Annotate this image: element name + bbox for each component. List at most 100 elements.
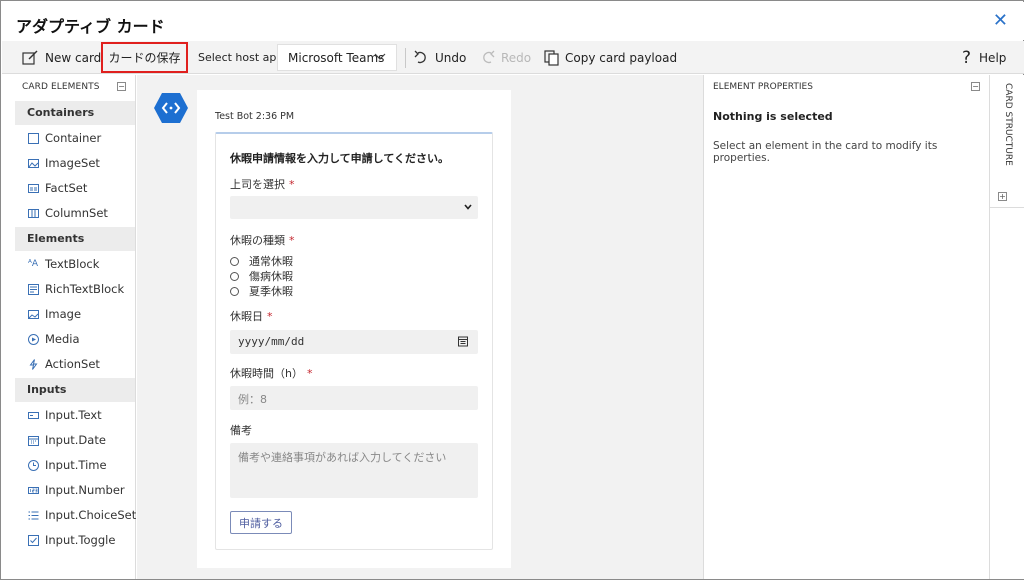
save-card-button[interactable]: カードの保存: [101, 42, 188, 73]
manager-label: 上司を選択 *: [230, 176, 295, 192]
textblock-icon: ᴬA: [28, 259, 39, 269]
leave-date-label-text: 休暇日: [230, 310, 263, 323]
element-media[interactable]: Media: [15, 327, 135, 351]
radio-icon: [230, 256, 239, 266]
card-elements-header: CARD ELEMENTS: [22, 82, 100, 92]
group-inputs: Inputs: [15, 378, 135, 402]
element-label: Input.Toggle: [45, 533, 116, 547]
input-text-icon: [28, 411, 39, 419]
leave-type-option[interactable]: 傷病休暇: [230, 268, 293, 284]
element-properties-header: ELEMENT PROPERTIES: [713, 82, 813, 92]
required-marker: *: [289, 178, 295, 191]
notes-textarea[interactable]: 備考や連絡事項があれば入力してください: [230, 443, 478, 498]
submit-request-button[interactable]: 申請する: [230, 511, 292, 534]
card-elements-panel: CARD ELEMENTS − Containers Container Ima…: [15, 75, 136, 579]
group-elements: Elements: [15, 227, 135, 251]
element-imageset[interactable]: ImageSet: [15, 151, 135, 175]
imageset-icon: [28, 158, 39, 168]
element-label: Container: [45, 131, 102, 145]
copy-payload-button[interactable]: Copy card payload: [544, 41, 677, 74]
divider: [990, 207, 1024, 208]
date-placeholder: yyyy/mm/dd: [238, 335, 305, 348]
radio-label: 傷病休暇: [249, 270, 293, 283]
element-label: FactSet: [45, 181, 88, 195]
columnset-icon: [28, 208, 39, 218]
bot-avatar-icon: [153, 92, 189, 127]
richtextblock-icon: [28, 283, 39, 295]
element-label: ActionSet: [45, 357, 100, 371]
element-columnset[interactable]: ColumnSet: [15, 201, 135, 225]
help-button[interactable]: ? Help: [962, 41, 1006, 74]
element-label: ImageSet: [45, 156, 100, 170]
factset-icon: [28, 183, 39, 193]
leave-hours-label-text: 休暇時間（h）: [230, 367, 303, 380]
leave-type-label: 休暇の種類 *: [230, 232, 295, 248]
title-bar: アダプティブ カード ✕: [2, 2, 1024, 40]
element-container[interactable]: Container: [15, 126, 135, 150]
leave-type-option[interactable]: 通常休暇: [230, 253, 293, 269]
chevron-down-icon: [374, 50, 386, 67]
checkbox-icon: [28, 534, 39, 546]
designer-window: アダプティブ カード ✕ New card カードの保存 Select host…: [0, 0, 1024, 580]
actionset-icon: [29, 358, 38, 370]
card-title: 休暇申請情報を入力して申請してください。: [230, 152, 450, 165]
manager-select[interactable]: [230, 196, 478, 219]
close-icon[interactable]: ✕: [993, 12, 1008, 30]
element-richtextblock[interactable]: RichTextBlock: [15, 277, 135, 301]
element-textblock[interactable]: ᴬA TextBlock: [15, 252, 135, 276]
element-input-choiceset[interactable]: Input.ChoiceSet: [15, 503, 137, 527]
notes-label: 備考: [230, 424, 252, 437]
element-label: RichTextBlock: [45, 282, 125, 296]
collapse-icon[interactable]: −: [117, 82, 126, 91]
element-input-text[interactable]: Input.Text: [15, 403, 135, 427]
copy-payload-label: Copy card payload: [565, 50, 678, 65]
element-label: Input.ChoiceSet: [45, 508, 137, 522]
properties-description: Select an element in the card to modify …: [713, 140, 938, 164]
radio-label: 夏季休暇: [249, 285, 293, 298]
redo-label: Redo: [501, 50, 532, 65]
chevron-down-icon: [464, 204, 472, 210]
expand-icon[interactable]: +: [998, 192, 1007, 201]
radio-label: 通常休暇: [249, 255, 293, 268]
collapse-icon[interactable]: −: [971, 82, 980, 91]
container-icon: [28, 132, 39, 144]
properties-title: Nothing is selected: [713, 110, 833, 123]
element-input-toggle[interactable]: Input.Toggle: [15, 528, 135, 552]
toolbar-divider: [405, 48, 406, 68]
required-marker: *: [267, 310, 273, 323]
leave-hours-input[interactable]: 例：8: [230, 386, 478, 410]
element-label: Input.Number: [45, 483, 125, 497]
new-card-button[interactable]: New card: [22, 41, 101, 74]
leave-hours-label: 休暇時間（h） *: [230, 365, 312, 381]
calendar-icon: [28, 435, 39, 446]
element-factset[interactable]: FactSet: [15, 176, 135, 200]
card-structure-header[interactable]: CARD STRUCTURE: [1003, 83, 1013, 166]
element-label: TextBlock: [45, 257, 100, 271]
element-label: ColumnSet: [45, 206, 108, 220]
leave-date-input[interactable]: yyyy/mm/dd: [230, 330, 478, 354]
redo-button[interactable]: Redo: [480, 41, 531, 74]
element-label: Media: [45, 332, 80, 346]
element-label: Input.Text: [45, 408, 102, 422]
toolbar: New card カードの保存 Select host app: Microso…: [2, 41, 1024, 74]
element-input-date[interactable]: Input.Date: [15, 428, 135, 452]
new-card-icon: [22, 50, 38, 65]
list-icon: [28, 511, 39, 519]
required-marker: *: [289, 234, 295, 247]
image-icon: [28, 309, 39, 319]
host-app-select[interactable]: Microsoft Teams: [277, 44, 397, 71]
input-number-icon: [28, 486, 39, 494]
group-containers: Containers: [15, 101, 135, 125]
undo-button[interactable]: Undo: [414, 41, 466, 74]
leave-type-option[interactable]: 夏季休暇: [230, 283, 293, 299]
element-image[interactable]: Image: [15, 302, 135, 326]
manager-label-text: 上司を選択: [230, 178, 285, 191]
element-actionset[interactable]: ActionSet: [15, 352, 135, 376]
element-input-time[interactable]: Input.Time: [15, 453, 135, 477]
element-label: Input.Date: [45, 433, 106, 447]
element-input-number[interactable]: Input.Number: [15, 478, 135, 502]
redo-icon: [483, 50, 495, 64]
host-label: Select host app:: [198, 51, 288, 64]
leave-date-label: 休暇日 *: [230, 308, 273, 324]
card-structure-panel: CARD STRUCTURE +: [989, 75, 1024, 579]
